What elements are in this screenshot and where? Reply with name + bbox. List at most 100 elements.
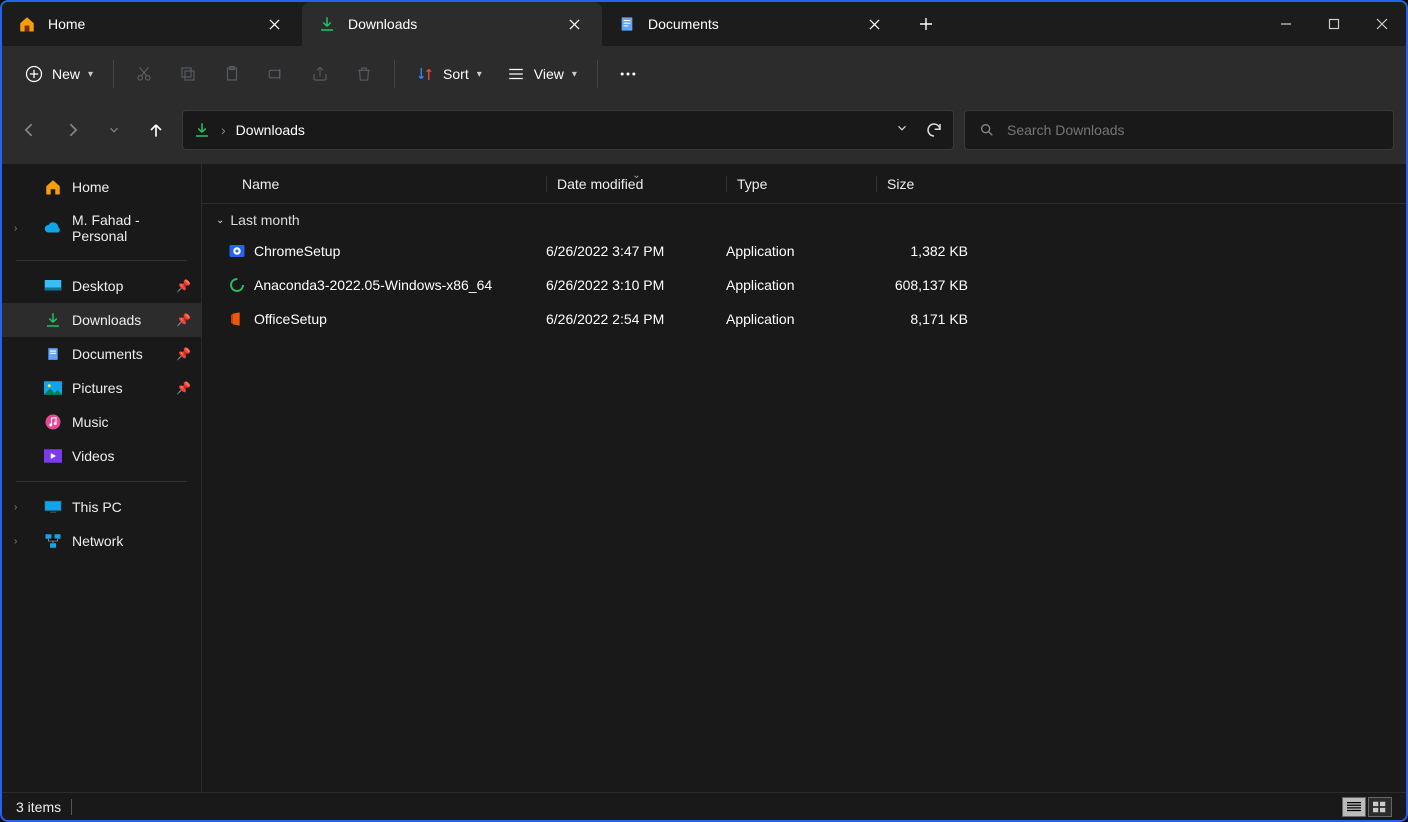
- sidebar-item-videos[interactable]: Videos: [2, 439, 201, 473]
- new-tab-button[interactable]: [902, 2, 950, 46]
- recent-button[interactable]: [98, 114, 130, 146]
- rename-button[interactable]: [256, 56, 296, 92]
- sidebar-item-desktop[interactable]: Desktop 📌: [2, 269, 201, 303]
- close-icon[interactable]: [562, 12, 586, 36]
- separator: [394, 60, 395, 88]
- column-name[interactable]: Name: [236, 176, 546, 192]
- refresh-icon[interactable]: [925, 121, 943, 139]
- group-header[interactable]: ⌄ Last month: [202, 204, 1406, 234]
- sidebar-item-label: Videos: [72, 448, 115, 464]
- share-button[interactable]: [300, 56, 340, 92]
- file-row[interactable]: ChromeSetup 6/26/2022 3:47 PM Applicatio…: [202, 234, 1406, 268]
- paste-icon: [222, 64, 242, 84]
- close-button[interactable]: [1358, 2, 1406, 46]
- file-row[interactable]: OfficeSetup 6/26/2022 2:54 PM Applicatio…: [202, 302, 1406, 336]
- sidebar-item-label: Desktop: [72, 278, 123, 294]
- address-row: › Downloads: [2, 102, 1406, 164]
- sidebar-item-pictures[interactable]: Pictures 📌: [2, 371, 201, 405]
- tab-home[interactable]: Home: [2, 2, 302, 46]
- view-label: View: [534, 66, 564, 82]
- download-icon: [318, 15, 336, 33]
- back-button[interactable]: [14, 114, 46, 146]
- sidebar-item-music[interactable]: Music: [2, 405, 201, 439]
- chevron-right-icon[interactable]: ›: [14, 502, 17, 513]
- separator: [597, 60, 598, 88]
- sort-label: Sort: [443, 66, 469, 82]
- body: Home › M. Fahad - Personal Desktop 📌 Dow…: [2, 164, 1406, 792]
- cut-button[interactable]: [124, 56, 164, 92]
- tab-label: Documents: [648, 16, 850, 32]
- pc-icon: [44, 498, 62, 516]
- anaconda-icon: [226, 276, 248, 294]
- close-icon[interactable]: [862, 12, 886, 36]
- close-icon[interactable]: [262, 12, 286, 36]
- minimize-button[interactable]: [1262, 2, 1310, 46]
- file-type: Application: [726, 243, 876, 259]
- forward-button[interactable]: [56, 114, 88, 146]
- file-size: 608,137 KB: [876, 277, 976, 293]
- separator: [113, 60, 114, 88]
- download-icon: [193, 121, 211, 139]
- sidebar-item-thispc[interactable]: › This PC: [2, 490, 201, 524]
- sidebar-item-label: Pictures: [72, 380, 123, 396]
- column-type[interactable]: Type: [726, 176, 876, 192]
- network-icon: [44, 532, 62, 550]
- sidebar-item-label: This PC: [72, 499, 122, 515]
- sidebar-item-label: M. Fahad - Personal: [72, 212, 191, 244]
- view-toggle: [1342, 797, 1392, 817]
- paste-button[interactable]: [212, 56, 252, 92]
- file-date: 6/26/2022 3:10 PM: [546, 277, 726, 293]
- chevron-down-icon[interactable]: [895, 121, 909, 139]
- desktop-icon: [44, 277, 62, 295]
- sidebar-item-label: Downloads: [72, 312, 141, 328]
- thumbnails-view-button[interactable]: [1368, 797, 1392, 817]
- statusbar: 3 items: [2, 792, 1406, 820]
- pin-icon: 📌: [176, 347, 191, 361]
- column-date[interactable]: ⌄Date modified: [546, 176, 726, 192]
- maximize-button[interactable]: [1310, 2, 1358, 46]
- cut-icon: [134, 64, 154, 84]
- address-bar[interactable]: › Downloads: [182, 110, 954, 150]
- tab-label: Downloads: [348, 16, 550, 32]
- tab-documents[interactable]: Documents: [602, 2, 902, 46]
- sidebar-item-home[interactable]: Home: [2, 170, 201, 204]
- copy-button[interactable]: [168, 56, 208, 92]
- cloud-icon: [44, 219, 62, 237]
- content: Name ⌄Date modified Type Size ⌄ Last mon…: [202, 164, 1406, 792]
- tab-downloads[interactable]: Downloads: [302, 2, 602, 46]
- toolbar: New ▾ Sort ▾ View ▾: [2, 46, 1406, 102]
- sidebar-item-label: Documents: [72, 346, 143, 362]
- chevron-right-icon[interactable]: ›: [14, 223, 17, 234]
- sidebar-item-network[interactable]: › Network: [2, 524, 201, 558]
- file-row[interactable]: Anaconda3-2022.05-Windows-x86_64 6/26/20…: [202, 268, 1406, 302]
- column-size[interactable]: Size: [876, 176, 976, 192]
- sidebar-item-label: Music: [72, 414, 109, 430]
- details-view-button[interactable]: [1342, 797, 1366, 817]
- up-button[interactable]: [140, 114, 172, 146]
- more-button[interactable]: [608, 56, 648, 92]
- sort-indicator-icon: ⌄: [632, 170, 640, 181]
- search-input[interactable]: [1007, 122, 1379, 138]
- status-item-count: 3 items: [16, 799, 61, 815]
- delete-button[interactable]: [344, 56, 384, 92]
- sidebar: Home › M. Fahad - Personal Desktop 📌 Dow…: [2, 164, 202, 792]
- pictures-icon: [44, 379, 62, 397]
- view-button[interactable]: View ▾: [496, 56, 587, 92]
- home-icon: [44, 178, 62, 196]
- file-type: Application: [726, 277, 876, 293]
- chevron-down-icon: ▾: [572, 69, 577, 80]
- column-headers: Name ⌄Date modified Type Size: [202, 164, 1406, 204]
- new-button[interactable]: New ▾: [14, 56, 103, 92]
- sort-button[interactable]: Sort ▾: [405, 56, 492, 92]
- sidebar-item-onedrive[interactable]: › M. Fahad - Personal: [2, 204, 201, 252]
- window-controls: [1262, 2, 1406, 46]
- file-explorer-window: Home Downloads Documents: [0, 0, 1408, 822]
- share-icon: [310, 64, 330, 84]
- sidebar-item-downloads[interactable]: Downloads 📌: [2, 303, 201, 337]
- address-actions: [895, 121, 943, 139]
- chevron-right-icon[interactable]: ›: [14, 536, 17, 547]
- separator: [16, 260, 187, 261]
- search-bar[interactable]: [964, 110, 1394, 150]
- chevron-down-icon: ⌄: [216, 215, 224, 226]
- sidebar-item-documents[interactable]: Documents 📌: [2, 337, 201, 371]
